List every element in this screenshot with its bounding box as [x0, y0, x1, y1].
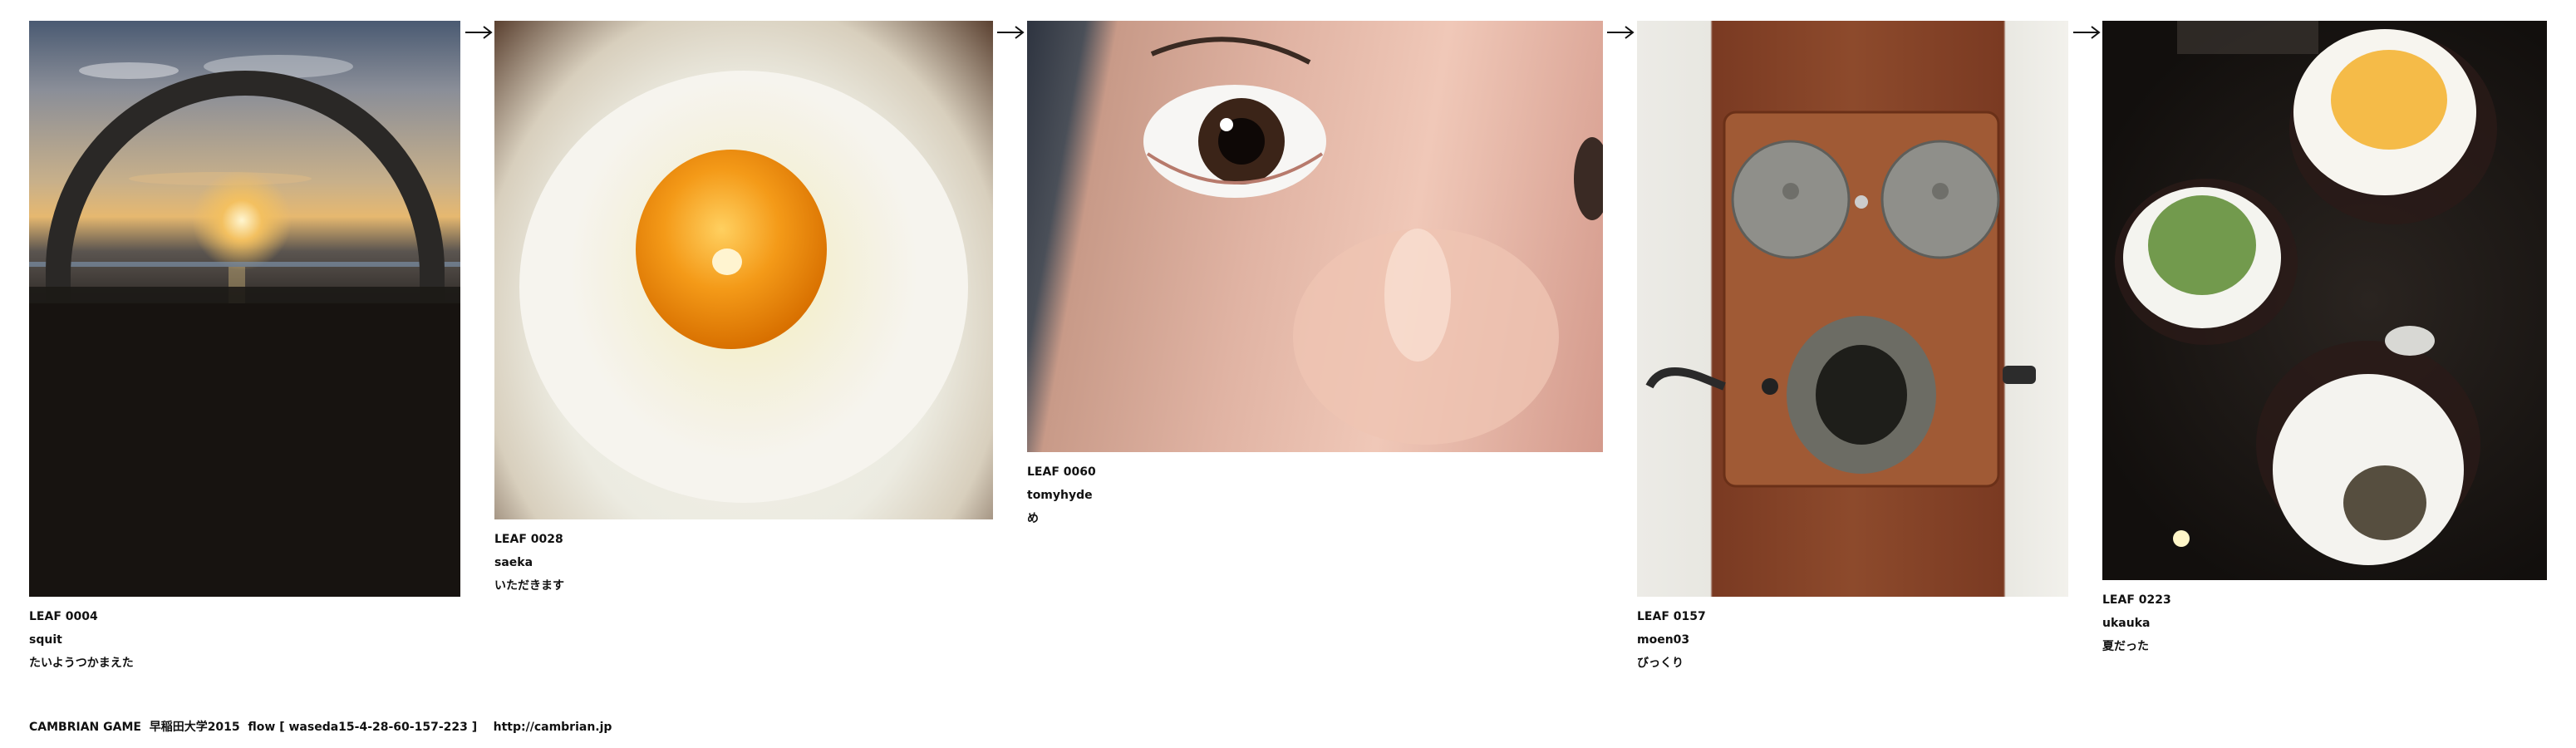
leaf-comment: め: [1027, 512, 1039, 525]
old-telephone-photo[interactable]: [1637, 21, 2068, 597]
egg-rice-illustration: [519, 71, 968, 503]
sunset-arch-illustration: [29, 55, 460, 597]
shaved-ice-photo[interactable]: [2102, 21, 2547, 580]
leaf-card: LEAF 0004 squit たいようつかまえた: [29, 21, 460, 675]
leaf-id: LEAF 0004: [29, 610, 98, 623]
eye-closeup-illustration: [1143, 37, 1603, 445]
leaf-card: LEAF 0060 tomyhyde め: [1027, 21, 1603, 530]
right-arrow-icon: [2073, 26, 2101, 39]
leaf-comment: たいようつかまえた: [29, 657, 134, 670]
right-arrow-icon: [465, 26, 493, 39]
leaf-id: LEAF 0157: [1637, 610, 1706, 623]
leaf-id: LEAF 0223: [2102, 593, 2171, 607]
leaf-comment: 夏だった: [2102, 640, 2149, 653]
right-arrow-icon: [1607, 26, 1635, 39]
site-footer[interactable]: CAMBRIAN GAME 早稲田大学2015 flow [ waseda15-…: [29, 718, 612, 735]
leaf-user[interactable]: saeka: [494, 551, 993, 574]
sunset-arch-photo[interactable]: [29, 21, 460, 597]
leaf-card: LEAF 0157 moen03 びっくり: [1637, 21, 2068, 675]
right-arrow-icon: [997, 26, 1025, 39]
leaf-user[interactable]: moen03: [1637, 628, 2068, 652]
eye-closeup-photo[interactable]: [1027, 21, 1603, 452]
shaved-ice-illustration: [2115, 21, 2497, 565]
leaf-id: LEAF 0028: [494, 533, 563, 546]
leaf-user[interactable]: ukauka: [2102, 612, 2547, 635]
old-telephone-illustration: [1645, 111, 2036, 488]
egg-rice-photo[interactable]: [494, 21, 993, 519]
leaf-card: LEAF 0028 saeka いただきます: [494, 21, 993, 598]
leaf-id: LEAF 0060: [1027, 465, 1096, 479]
leaf-comment: びっくり: [1637, 657, 1684, 670]
leaf-user[interactable]: tomyhyde: [1027, 484, 1603, 507]
leaf-user[interactable]: squit: [29, 628, 460, 652]
leaf-card: LEAF 0223 ukauka 夏だった: [2102, 21, 2547, 658]
leaf-comment: いただきます: [494, 579, 564, 593]
